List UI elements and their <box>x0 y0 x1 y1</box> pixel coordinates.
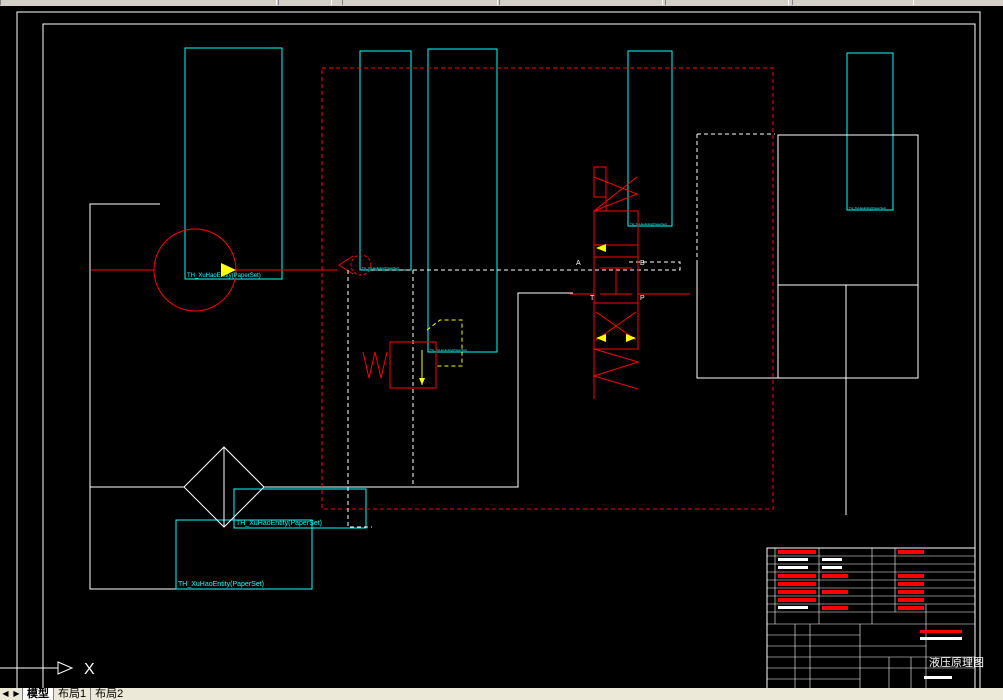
check-valve <box>338 254 372 276</box>
port-label-b: B <box>640 260 645 267</box>
tab-prev-icon[interactable]: ◀ <box>0 688 11 700</box>
drawing-canvas[interactable]: TH_XuHaoEntity(PaperSet) TH_XuHaoEntity(… <box>0 6 1003 688</box>
port-label-p: P <box>640 295 645 302</box>
toolbar-segment[interactable] <box>499 0 663 5</box>
return-pipes <box>89 203 573 590</box>
tab-model[interactable]: 模型 <box>22 688 53 700</box>
title-block: 液压原理图 <box>766 547 984 688</box>
ucs-x-label: X <box>84 661 95 678</box>
inner-frame <box>42 23 976 688</box>
entity-label: TH_XuHaoEntity(PaperSet) <box>630 222 667 226</box>
toolbar-segment[interactable] <box>342 0 498 5</box>
port-label-t: T <box>590 295 595 302</box>
cylinder-outline <box>696 134 919 515</box>
toolbar-segment[interactable] <box>665 0 789 5</box>
toolbar-segment[interactable] <box>0 0 277 5</box>
tab-layout1[interactable]: 布局1 <box>53 688 90 700</box>
filter-symbol <box>183 446 265 528</box>
port-label-a: A <box>576 260 581 267</box>
drawing-title: 液压原理图 <box>929 655 984 669</box>
ucs-icon: X <box>0 661 95 678</box>
entity-label: TH_XuHaoEntity(PaperSet) <box>362 266 399 270</box>
outer-border <box>16 11 981 688</box>
tab-layout2[interactable]: 布局2 <box>90 688 127 700</box>
entity-label: TH_XuHaoEntity(PaperSet) <box>236 520 322 527</box>
tab-next-icon[interactable]: ▶ <box>11 688 22 700</box>
entity-label: TH_XuHaoEntity(PaperSet) <box>178 581 264 588</box>
entity-label: TH_XuHaoEntity(PaperSet) <box>849 206 886 210</box>
pilot-lines <box>347 133 775 528</box>
layout-tab-bar: ◀ ▶ 模型 布局1 布局2 <box>0 688 1003 700</box>
toolbar-segment[interactable] <box>792 0 914 5</box>
hydraulic-pump <box>153 228 237 312</box>
toolbar-segment[interactable] <box>278 0 332 5</box>
entity-boxes <box>175 47 894 590</box>
